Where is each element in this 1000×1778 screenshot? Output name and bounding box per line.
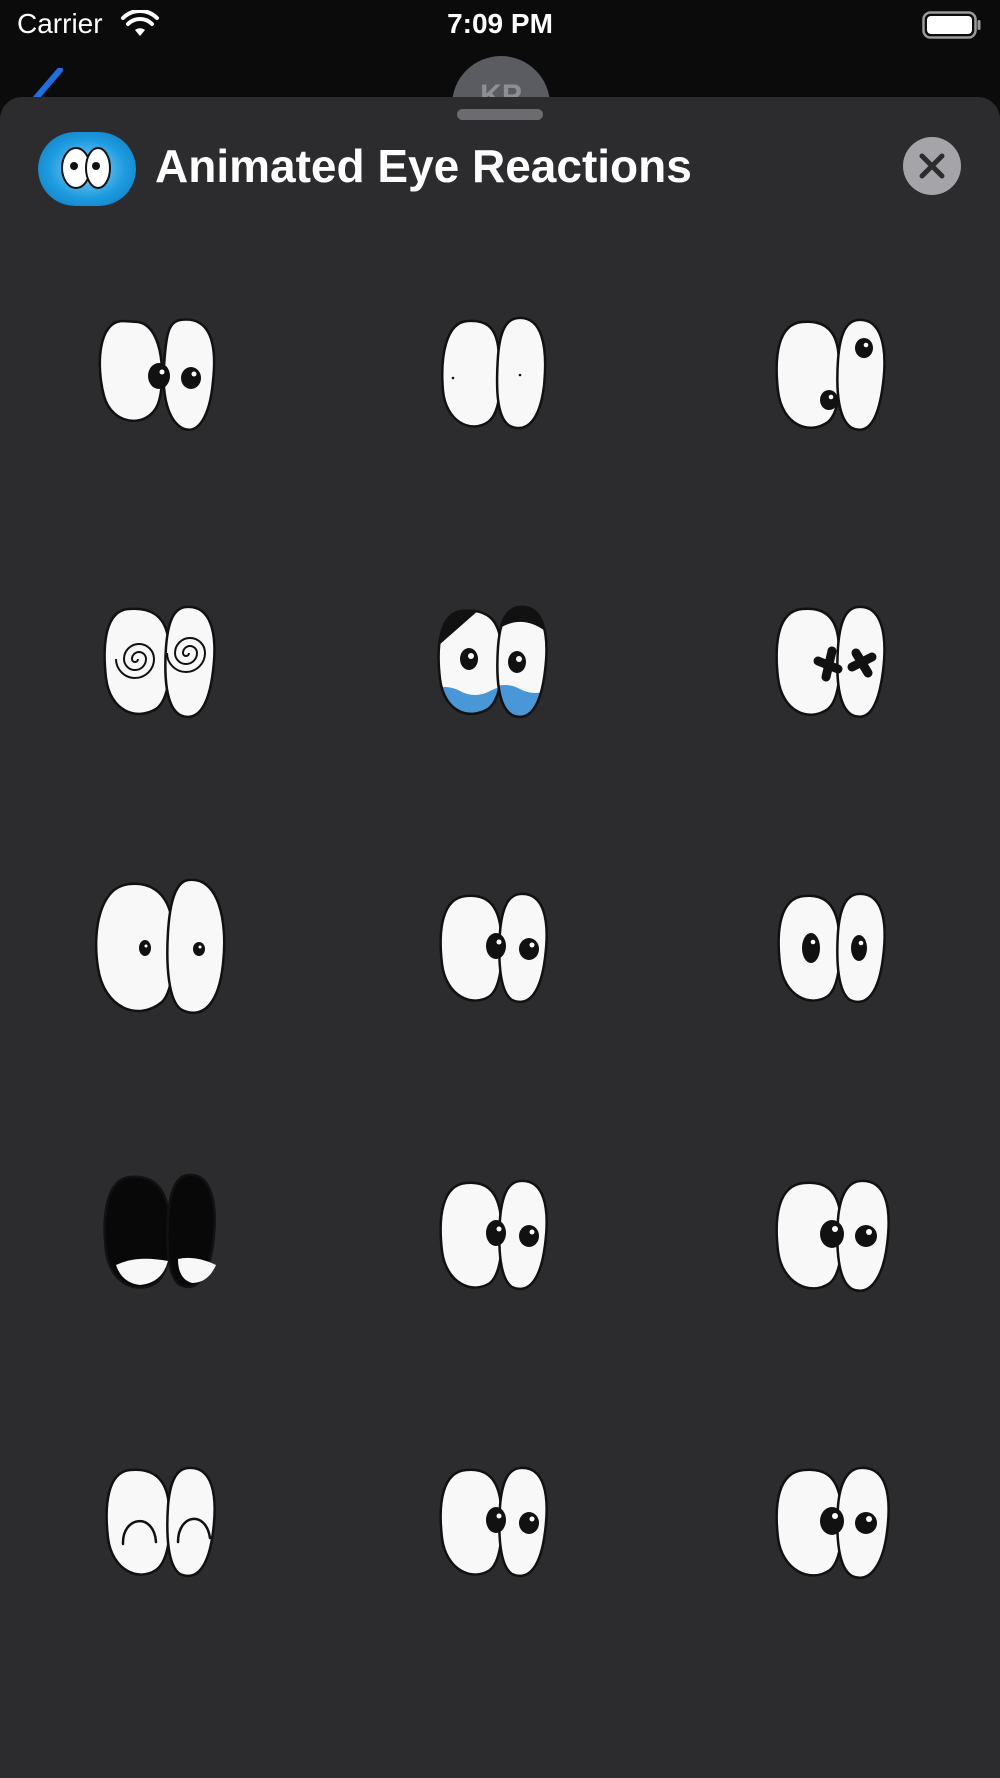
eyes-happy-arched-sticker[interactable] (78, 1434, 258, 1614)
eyes-dizzy-x-sticker[interactable] (748, 573, 928, 753)
eyes-looking-right-sticker[interactable] (748, 860, 928, 1040)
eyes-looking-center-sticker[interactable] (748, 1147, 928, 1327)
eyes-looking-left-2-sticker[interactable] (410, 860, 590, 1040)
eyes-looking-left-4-sticker[interactable] (410, 1434, 590, 1614)
eyes-closed-dark-sticker[interactable] (78, 1147, 258, 1327)
battery-full-icon (922, 11, 982, 44)
eyes-tiny-pupils-sticker[interactable] (410, 286, 590, 466)
status-bar: Carrier 7:09 PM (0, 0, 1000, 50)
eyes-looking-center-2-sticker[interactable] (748, 1434, 928, 1614)
sticker-grid (0, 97, 1000, 1778)
eyes-looking-left-3-sticker[interactable] (410, 1147, 590, 1327)
eyes-looking-around-sticker[interactable] (748, 286, 928, 466)
eyes-looking-left-sticker[interactable] (78, 286, 258, 466)
sticker-sheet: Animated Eye Reactions (0, 97, 1000, 1778)
eyes-hypnotized-sticker[interactable] (78, 573, 258, 753)
status-time: 7:09 PM (447, 8, 553, 39)
eyes-wide-surprised-sticker[interactable] (78, 860, 258, 1040)
eyes-crying-sticker[interactable] (410, 573, 590, 753)
